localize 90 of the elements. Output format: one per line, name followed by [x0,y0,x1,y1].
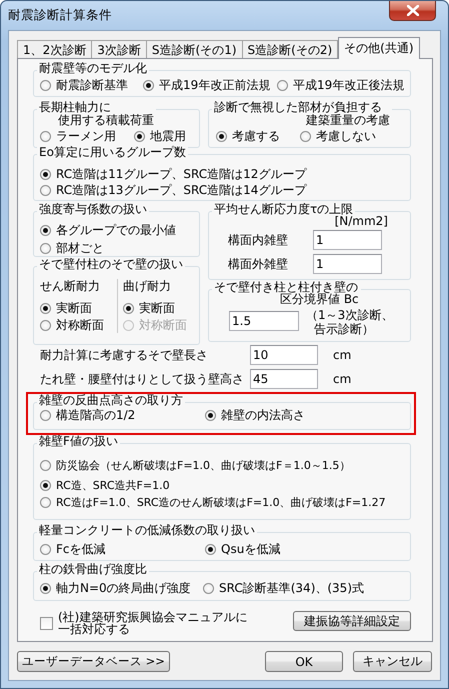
radio-button[interactable] [40,130,51,142]
radio-button[interactable] [40,544,51,554]
dialog-button[interactable]: キャンセル [353,651,432,672]
group-title: 柱の鉄骨曲げ強度比 [39,563,147,576]
field-label: たれ壁・腰壁付はりとして扱う壁高さ [39,370,245,388]
note-text: 告示診断） [313,322,375,336]
dialog-button[interactable]: OK [265,651,343,672]
group-title: そで壁付柱のそで壁の扱い [39,258,183,271]
group-title: 雑壁F値の扱い [39,435,118,448]
field-label: 耐力計算に考慮するそで壁長さ [39,346,209,364]
radio-button[interactable] [40,224,51,236]
settings-button[interactable]: 建振協等詳細設定 [293,611,411,631]
radio-button[interactable] [205,410,216,420]
group-title: 区分境界値 Bc [280,293,359,305]
option-label[interactable]: SRC診断基準(34)、(35)式 [219,580,364,596]
radio-button[interactable] [300,130,311,142]
radio-button[interactable] [40,184,51,196]
option-label[interactable]: 実断面 [139,300,175,316]
radio-button[interactable] [40,242,51,254]
option-label[interactable]: 対称断面 [56,316,104,334]
option-label[interactable]: RC造階は13グループ、SRC造階は14グループ [56,182,306,198]
unit-label: [N/mm2] [334,214,389,228]
group-title: Eo算定に用いるグループ数 [39,146,186,159]
option-label[interactable]: 考慮しない [316,128,376,144]
radio-button[interactable] [123,302,134,314]
radio-button[interactable] [40,320,51,330]
radio-button[interactable] [40,168,51,180]
group-title: 建築重量の考慮 [305,114,390,127]
radio-button[interactable] [216,130,227,142]
option-label[interactable]: 耐震診断基準 [56,76,128,94]
option-label[interactable]: 各グループでの最小値 [56,222,176,238]
option-label[interactable]: 防災協会（せん断破壊はF=1.0、曲げ破壊はF＝1.0～1.5） [56,458,350,472]
field-label: 構面外雑壁 [228,256,289,272]
input-field[interactable]: 1 [313,230,382,250]
option-label[interactable]: Qsuを低減 [221,540,280,558]
option-label[interactable]: ラーメン用 [56,128,116,144]
radio-button[interactable] [205,544,216,554]
option-label[interactable]: RC造はF=1.0、SRC造のせん断破壊はF=1.0、曲げ破壊はF=1.27 [56,494,386,510]
option-label[interactable]: 考慮する [232,128,280,144]
radio-button[interactable] [277,80,288,90]
tab[interactable]: その他(共通) [338,37,420,59]
group-title: 耐震壁等のモデル化 [39,62,147,75]
radio-button[interactable] [134,130,145,142]
tab[interactable]: S造診断(その1) [146,40,243,58]
close-button[interactable] [389,1,436,21]
option-label[interactable]: 平成19年改正前法規 [159,76,270,94]
input-field[interactable]: 1.5 [229,311,299,331]
unit-label: cm [333,372,352,386]
radio-button[interactable] [203,582,214,594]
radio-button[interactable] [40,460,51,470]
option-label[interactable]: 平成19年改正後法規 [293,76,404,94]
radio-button[interactable] [143,80,154,90]
radio-button[interactable] [40,80,51,90]
group-title: 長期柱軸力に [39,101,112,114]
tab[interactable]: 1、2次診断 [17,40,92,58]
checkbox[interactable]: (社)建築研究振興協会マニュアルに 一括対応する [33,611,248,635]
group-title: 強度寄与係数の扱い [39,203,147,216]
radio-button[interactable] [40,302,51,314]
field-label: 構面内雑壁 [228,232,289,248]
group-title: 使用する積載荷重 [57,114,154,127]
option-label[interactable]: 軸力N=0の終局曲げ強度 [56,580,191,596]
note-text: （1～3次診断、 [306,308,394,322]
window-title: 耐震診断計算条件 [8,7,112,23]
option-label[interactable]: 構造階高の1/2 [56,406,136,424]
option-label[interactable]: 地震用 [150,128,186,144]
column-heading: せん断耐力 [40,279,101,293]
input-field[interactable]: 1 [313,254,382,274]
radio-button[interactable] [40,582,51,594]
column-heading: 曲げ耐力 [123,279,172,293]
tab[interactable]: 3次診断 [91,40,147,58]
option-label[interactable]: 部材ごと [56,240,104,256]
tab[interactable]: S造診断(その2) [242,40,338,58]
input-field[interactable]: 45 [250,369,318,389]
input-field[interactable]: 10 [250,345,318,365]
radio-button[interactable] [40,480,51,490]
option-label[interactable]: 実断面 [56,300,92,316]
option-label[interactable]: Fcを低減 [56,540,106,558]
close-icon [406,5,418,16]
option-label[interactable]: RC造、SRC造共F=1.0 [56,478,170,492]
group-title: 雑壁の反曲点高さの取り方 [39,394,183,407]
group-title: 軽量コンクリートの低減係数の取り扱い [39,524,255,537]
option-label[interactable]: 雑壁の内法高さ [221,406,305,424]
radio-button[interactable] [40,410,51,420]
group-title: そで壁付き柱と柱付き壁の [214,281,359,293]
dialog-button[interactable]: ユーザーデータベース >> [17,651,170,672]
unit-label: cm [333,348,352,362]
radio-button[interactable] [40,496,51,508]
group-title: 診断で無視した部材が負担する [214,101,383,114]
group-title: 平均せん断応力度τの上限 [214,203,354,216]
option-label[interactable]: RC造階は11グループ、SRC造階は12グループ [56,166,306,182]
